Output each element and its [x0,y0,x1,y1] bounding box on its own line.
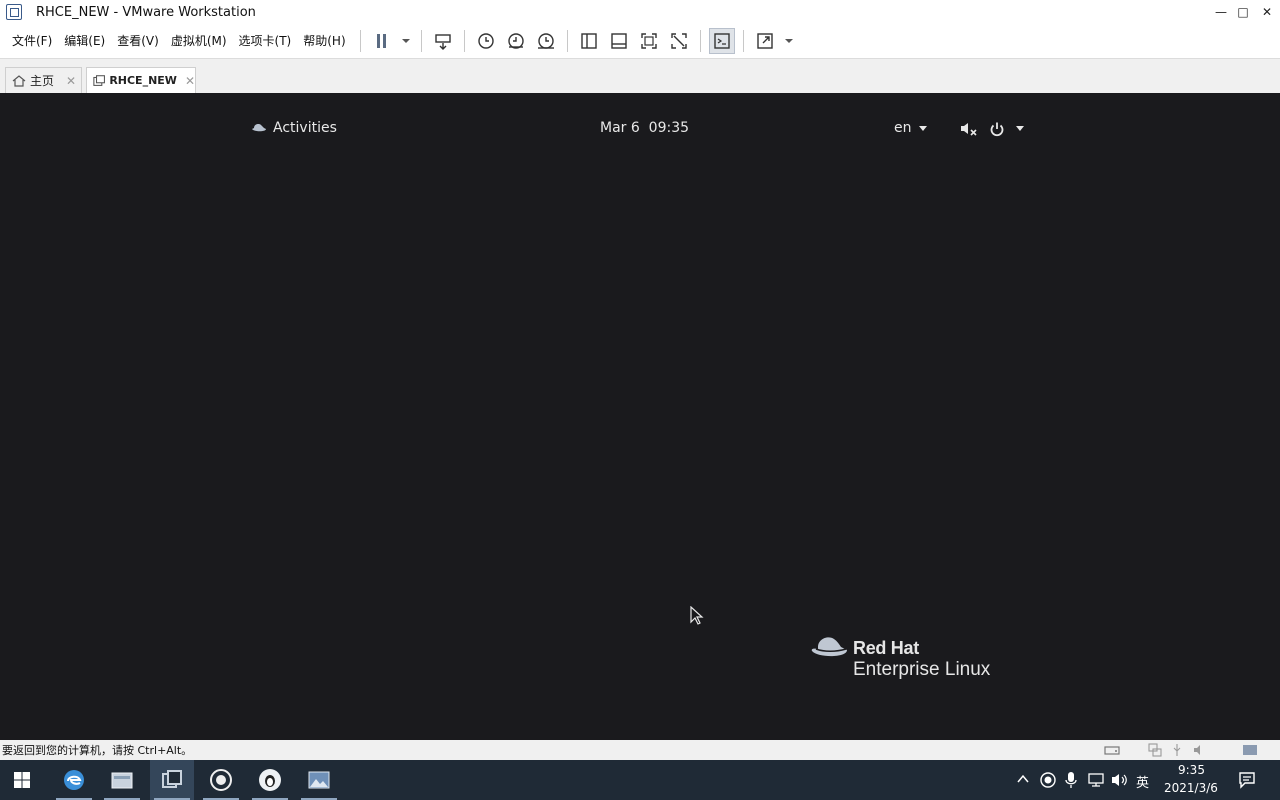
full-screen-button[interactable] [636,28,662,54]
snapshot-manager-button[interactable] [533,28,559,54]
tab-rhce-new-label: RHCE_NEW [109,74,177,87]
usb-icon[interactable] [1170,743,1184,757]
volume-muted-icon[interactable] [959,121,979,137]
activities-button[interactable]: Activities [273,120,337,136]
menu-view[interactable]: 查看(V) [111,24,165,58]
menu-toolbar: 文件(F) 编辑(E) 查看(V) 虚拟机(M) 选项卡(T) 帮助(H) [0,24,1280,58]
photos-icon [308,771,330,789]
tab-rhce-new[interactable]: RHCE_NEW ✕ [86,67,196,93]
status-message: 要返回到您的计算机，请按 Ctrl+Alt。 [2,744,193,757]
home-icon [12,74,26,87]
stretch-dropdown[interactable] [782,28,796,54]
tab-home[interactable]: 主页 ✕ [5,67,82,93]
show-library-button[interactable] [576,28,602,54]
record-icon [210,769,232,791]
toolbar-separator [359,30,361,52]
gnome-clock[interactable]: Mar 6 09:35 [600,120,689,136]
revert-snapshot-icon [507,33,524,49]
redhat-activities-icon [252,124,266,132]
vmware-status-bar: 要返回到您的计算机，请按 Ctrl+Alt。 [0,740,1280,760]
toolbar-separator [463,30,465,52]
toolbar-separator [699,30,701,52]
snapshot-button[interactable] [473,28,499,54]
taskbar-qq[interactable] [248,760,292,800]
vmware-app-icon [6,4,22,20]
vmware-icon [162,770,182,788]
unity-icon [670,33,687,49]
window-title: RHCE_NEW - VMware Workstation [36,4,256,20]
close-button[interactable]: ✕ [1254,0,1280,24]
mouse-pointer-icon [690,606,704,625]
folder-icon [111,772,133,789]
unity-button[interactable] [666,28,692,54]
menu-help[interactable]: 帮助(H) [297,24,351,58]
snapshot-icon [477,33,494,49]
qq-penguin-icon [259,769,281,791]
speaker-icon[interactable] [1110,772,1128,788]
chevron-down-icon [784,39,793,43]
chevron-down-icon [1016,126,1024,131]
power-icon[interactable] [989,121,1005,137]
show-thumbnail-bar-button[interactable] [606,28,632,54]
taskbar-record-app[interactable] [199,760,243,800]
send-ctrl-alt-del-button[interactable] [430,28,456,54]
library-panel-icon [580,33,597,49]
input-language-indicator[interactable]: en [894,120,912,136]
full-screen-icon [640,33,657,49]
notification-center-icon[interactable] [1238,771,1256,789]
console-view-button[interactable] [708,28,735,54]
chevron-down-icon [401,39,410,43]
toolbar-separator [420,30,422,52]
window-titlebar: RHCE_NEW - VMware Workstation — □ ✕ [0,0,1280,24]
toolbar-separator [742,30,744,52]
windows-logo-icon [14,772,30,788]
vm-icon [93,74,105,86]
redhat-logo-icon [811,637,847,657]
maximize-button[interactable]: □ [1230,0,1256,24]
microphone-icon[interactable] [1065,771,1077,789]
tab-home-close-icon[interactable]: ✕ [66,74,76,88]
pause-button[interactable] [369,28,395,54]
taskbar-edge[interactable] [52,760,96,800]
vm-console[interactable]: Activities Mar 6 09:35 en Red Hat Enterp… [0,93,1280,740]
edge-browser-icon [64,770,84,790]
console-icon [713,33,730,49]
tab-bar: 主页 ✕ RHCE_NEW ✕ [0,58,1280,93]
sound-card-icon[interactable] [1192,743,1206,757]
redhat-logo-product: Enterprise Linux [853,659,991,680]
chevron-down-icon [919,126,927,131]
taskbar-vmware[interactable] [150,760,194,800]
start-button[interactable] [0,760,44,800]
revert-snapshot-button[interactable] [503,28,529,54]
taskbar-clock-time[interactable]: 9:35 [1178,763,1205,777]
menu-vm[interactable]: 虚拟机(M) [165,24,233,58]
message-log-icon[interactable] [1242,743,1258,757]
redhat-logo-brand: Red Hat [853,638,919,658]
ime-indicator[interactable]: 英 [1136,772,1149,791]
keyboard-send-icon [434,34,451,50]
menu-tabs[interactable]: 选项卡(T) [233,24,298,58]
windows-taskbar: 英 9:35 2021/3/6 [0,760,1280,800]
network-adapter-icon[interactable] [1148,743,1162,757]
stretch-guest-button[interactable] [752,28,778,54]
hard-disk-icon[interactable] [1104,743,1120,757]
taskbar-file-explorer[interactable] [100,760,144,800]
pause-dropdown[interactable] [399,28,413,54]
recording-tray-icon[interactable] [1040,772,1056,788]
tab-rhce-new-close-icon[interactable]: ✕ [185,74,195,88]
pause-icon [376,34,386,48]
network-icon[interactable] [1087,772,1105,788]
toolbar-separator [566,30,568,52]
gnome-top-bar: Activities Mar 6 09:35 en [0,93,1280,163]
tab-home-label: 主页 [30,74,55,88]
menu-file[interactable]: 文件(F) [6,24,58,58]
taskbar-clock-date[interactable]: 2021/3/6 [1164,781,1218,795]
chevron-up-icon[interactable] [1017,774,1029,784]
taskbar-photos[interactable] [297,760,341,800]
stretch-icon [756,33,773,49]
snapshot-manager-icon [537,33,554,49]
thumbnail-bar-icon [610,33,627,49]
menu-edit[interactable]: 编辑(E) [58,24,111,58]
